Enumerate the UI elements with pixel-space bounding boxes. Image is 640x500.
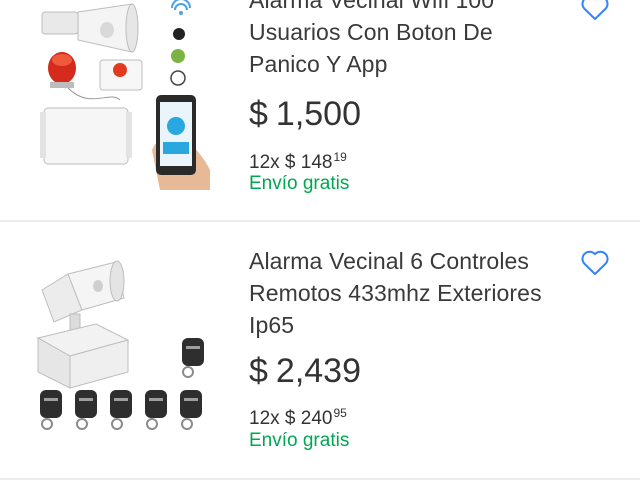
installments-amount: 148 [300, 152, 333, 173]
product-title[interactable]: Alarma Vecinal 6 Controles Remotos 433mh… [249, 245, 569, 341]
heart-outline-icon[interactable] [580, 0, 610, 22]
price-amount: 1,500 [275, 95, 362, 133]
price-currency: $ [249, 352, 268, 390]
price-currency: $ [249, 95, 268, 133]
product-card[interactable]: Alarma Vecinal 6 Controles Remotos 433mh… [0, 222, 640, 478]
product-price: $2,439 [249, 351, 361, 391]
product-image[interactable] [20, 0, 220, 190]
installments-amount: 240 [300, 408, 333, 429]
installments: 12x $ 14819 [249, 145, 347, 175]
product-title[interactable]: Alarma Vecinal Wifi 100 Usuarios Con Bot… [249, 0, 569, 80]
product-card[interactable] [0, 480, 640, 500]
price-amount: 2,439 [275, 352, 362, 390]
installments-prefix: 12x $ [249, 408, 296, 429]
product-list: Alarma Vecinal Wifi 100 Usuarios Con Bot… [0, 0, 640, 500]
free-shipping-label: Envío gratis [249, 430, 350, 451]
product-image[interactable] [20, 250, 220, 440]
installments: 12x $ 24095 [249, 401, 347, 431]
heart-outline-icon[interactable] [580, 249, 610, 277]
free-shipping-label: Envío gratis [249, 173, 350, 194]
product-price: $1,500 [249, 94, 361, 134]
installments-cents: 19 [333, 150, 347, 164]
product-card[interactable]: Alarma Vecinal Wifi 100 Usuarios Con Bot… [0, 0, 640, 220]
installments-cents: 95 [333, 406, 347, 420]
installments-prefix: 12x $ [249, 152, 296, 173]
